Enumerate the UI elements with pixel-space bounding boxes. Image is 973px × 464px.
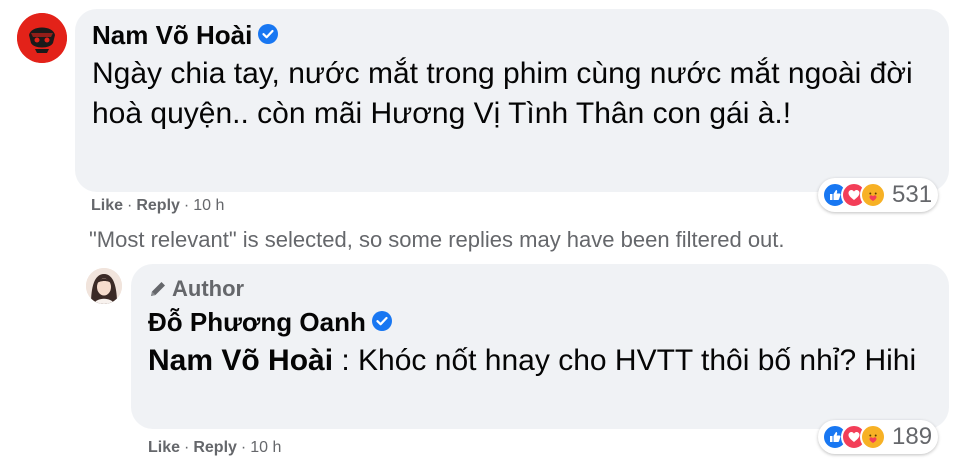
- care-icon: [860, 182, 886, 208]
- reply-text: Nam Võ Hoài : Khóc nốt hnay cho HVTT thô…: [148, 341, 938, 381]
- care-icon: [860, 424, 886, 450]
- comment-timestamp[interactable]: 10 h: [193, 197, 224, 215]
- author-badge-label: Author: [172, 276, 245, 301]
- separator-dot: ·: [184, 439, 190, 456]
- comment-actions: Like · Reply · 10 h: [91, 197, 224, 215]
- reaction-count: 189: [892, 423, 933, 450]
- filter-notice: "Most relevant" is selected, so some rep…: [89, 227, 785, 252]
- comment-bubble: Nam Võ Hoài Ngày chia tay, nước mắt tron…: [75, 9, 949, 192]
- like-button[interactable]: Like: [148, 439, 180, 457]
- separator-dot: ·: [240, 439, 247, 456]
- comment-text: Ngày chia tay, nước mắt trong phim cùng …: [92, 57, 913, 130]
- profile-photo-icon: [86, 268, 122, 304]
- reply-bubble: Author Đỗ Phương Oanh Nam Võ Hoài : Khóc…: [131, 264, 949, 429]
- reply-author[interactable]: Đỗ Phương Oanh: [148, 307, 392, 338]
- reaction-summary[interactable]: 531: [818, 178, 939, 212]
- reply-actions: Like · Reply · 10 h: [148, 439, 281, 457]
- reply-author-name[interactable]: Đỗ Phương Oanh: [148, 307, 366, 338]
- reply-body: : Khóc nốt hnay cho HVTT thôi bố nhỉ? Hi…: [333, 344, 917, 377]
- reply-timestamp[interactable]: 10 h: [250, 439, 281, 457]
- reply-button[interactable]: Reply: [136, 197, 180, 215]
- verified-badge-icon: [258, 20, 279, 51]
- reply-button[interactable]: Reply: [193, 439, 237, 457]
- separator-dot: ·: [183, 197, 190, 214]
- author-badge: Author: [148, 276, 244, 302]
- reaction-count: 531: [892, 181, 933, 208]
- pencil-icon: [151, 282, 165, 296]
- comment-author-name[interactable]: Nam Võ Hoài: [92, 20, 252, 51]
- reply-reaction-summary[interactable]: 189: [818, 420, 939, 454]
- separator-dot: ·: [127, 197, 133, 214]
- avatar-logo-icon: [17, 13, 67, 63]
- reply-avatar[interactable]: [86, 268, 122, 304]
- verified-badge-icon: [371, 307, 392, 338]
- reply-mention-link[interactable]: Nam Võ Hoài: [148, 344, 333, 377]
- like-button[interactable]: Like: [91, 197, 123, 215]
- commenter-avatar[interactable]: [17, 13, 67, 63]
- comment-author[interactable]: Nam Võ Hoài: [92, 20, 279, 51]
